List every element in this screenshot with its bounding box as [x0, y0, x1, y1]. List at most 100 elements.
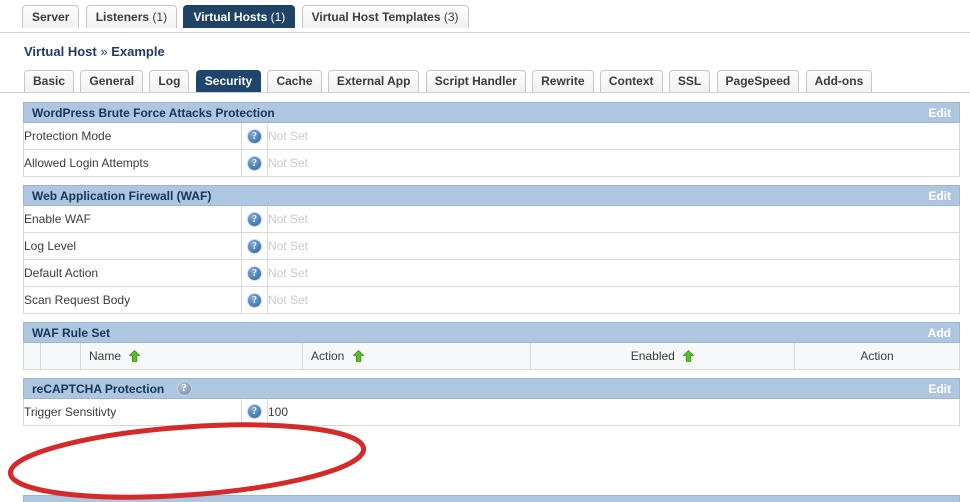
sort-ascending-icon[interactable] [352, 349, 365, 362]
tab-log[interactable]: Log [149, 70, 190, 92]
row-help-cell: ? [241, 286, 268, 314]
tab-virtual-hosts-count: (1) [270, 10, 286, 24]
tab-virtual-host-templates[interactable]: Virtual Host Templates (3) [301, 5, 469, 28]
tab-listeners-count: (1) [152, 10, 168, 24]
row-help-cell: ? [241, 259, 268, 287]
panel-brute-force-protection: WordPress Brute Force Attacks Protection… [23, 102, 960, 177]
tab-external-app[interactable]: External App [327, 70, 420, 92]
settings-panels: WordPress Brute Force Attacks Protection… [23, 102, 960, 426]
tab-general[interactable]: General [80, 70, 144, 92]
tab-security[interactable]: Security [195, 70, 262, 92]
primary-tab-bar: Server Listeners (1) Virtual Hosts (1) V… [0, 0, 970, 33]
tab-basic-label: Basic [33, 74, 66, 88]
table-row: Scan Request Body ? Not Set [23, 286, 960, 314]
tab-rewrite-label: Rewrite [541, 74, 585, 88]
tab-external-app-label: External App [336, 74, 411, 88]
row-label: Protection Mode [23, 123, 242, 150]
row-label: Log Level [23, 232, 242, 260]
row-value: Not Set [267, 286, 960, 314]
tab-cache-label: Cache [276, 74, 313, 88]
column-header-checkbox [23, 343, 41, 370]
breadcrumb-current: Example [111, 44, 165, 59]
row-label: Enable WAF [23, 206, 242, 233]
tab-add-ons-label: Add-ons [814, 74, 864, 88]
panel-waf-rule-set: WAF Rule Set Add Name Action Enabled Act… [23, 322, 960, 370]
help-icon[interactable]: ? [247, 155, 262, 171]
row-value: Not Set [267, 259, 960, 287]
tab-context[interactable]: Context [599, 70, 663, 92]
breadcrumb-separator: » [100, 44, 108, 59]
table-row: Trigger Sensitivty ? 100 [23, 398, 960, 426]
tab-context-label: Context [608, 74, 654, 88]
panel-brute-force-title: WordPress Brute Force Attacks Protection [32, 106, 275, 121]
column-header-enabled-label: Enabled [630, 348, 675, 363]
column-header-name[interactable]: Name [80, 343, 303, 370]
tab-ssl[interactable]: SSL [668, 70, 711, 92]
tab-cache[interactable]: Cache [267, 70, 322, 92]
row-value: Not Set [267, 149, 960, 177]
panel-waf-title: Web Application Firewall (WAF) [32, 189, 212, 204]
tab-basic[interactable]: Basic [24, 70, 75, 92]
column-header-index [40, 343, 81, 370]
panel-waf-edit-link[interactable]: Edit [928, 186, 951, 207]
tab-rewrite[interactable]: Rewrite [532, 70, 594, 92]
help-icon[interactable]: ? [247, 404, 262, 420]
tab-pagespeed[interactable]: PageSpeed [716, 70, 800, 92]
panel-recaptcha-header: reCAPTCHA Protection ? Edit [23, 377, 960, 400]
table-row: Default Action ? Not Set [23, 259, 960, 287]
panel-recaptcha-protection: reCAPTCHA Protection ? Edit Trigger Sens… [23, 377, 960, 426]
row-help-cell: ? [241, 232, 268, 260]
row-help-cell: ? [241, 123, 268, 150]
tab-virtual-host-templates-count: (3) [443, 10, 459, 24]
row-label: Trigger Sensitivty [23, 398, 242, 426]
column-header-name-label: Name [89, 348, 122, 363]
row-label: Default Action [23, 259, 242, 287]
help-icon[interactable]: ? [176, 380, 192, 396]
tab-pagespeed-label: PageSpeed [725, 74, 791, 88]
tab-script-handler[interactable]: Script Handler [425, 70, 526, 92]
secondary-tab-bar: Basic General Log Security Cache Externa… [0, 70, 970, 93]
tab-general-label: General [89, 74, 135, 88]
row-help-cell: ? [241, 206, 268, 233]
table-header-row: Name Action Enabled Action [23, 343, 960, 370]
panel-waf-rule-set-add-link[interactable]: Add [928, 323, 951, 344]
table-row: Log Level ? Not Set [23, 232, 960, 260]
column-header-enabled[interactable]: Enabled [530, 343, 795, 370]
row-value: 100 [267, 398, 960, 426]
tab-ssl-label: SSL [677, 74, 702, 88]
column-header-action[interactable]: Action [302, 343, 531, 370]
tab-virtual-hosts[interactable]: Virtual Hosts (1) [183, 5, 296, 28]
help-icon[interactable]: ? [247, 265, 262, 281]
help-icon[interactable]: ? [247, 211, 262, 227]
row-help-cell: ? [241, 149, 268, 177]
tab-add-ons[interactable]: Add-ons [805, 70, 873, 92]
breadcrumb-root: Virtual Host [24, 44, 97, 59]
breadcrumb: Virtual Host » Example [24, 44, 970, 59]
panel-waf-header: Web Application Firewall (WAF) Edit [23, 185, 960, 206]
panel-brute-force-table: Protection Mode ? Not Set Allowed Login … [23, 123, 960, 177]
panel-recaptcha-edit-link[interactable]: Edit [928, 379, 951, 400]
table-row: Enable WAF ? Not Set [23, 206, 960, 233]
panel-waf-rule-set-title: WAF Rule Set [32, 326, 111, 341]
tab-log-label: Log [158, 74, 181, 88]
tab-script-handler-label: Script Handler [434, 74, 517, 88]
column-header-row-action-label: Action [860, 348, 894, 363]
sort-ascending-icon[interactable] [128, 349, 141, 362]
row-value: Not Set [267, 206, 960, 233]
sort-ascending-icon[interactable] [682, 349, 695, 362]
panel-brute-force-edit-link[interactable]: Edit [928, 103, 951, 124]
table-row: Allowed Login Attempts ? Not Set [23, 149, 960, 177]
column-header-action-label: Action [311, 348, 345, 363]
help-icon[interactable]: ? [247, 292, 262, 308]
tab-server[interactable]: Server [22, 5, 80, 28]
tab-security-label: Security [204, 74, 253, 88]
tab-listeners[interactable]: Listeners (1) [85, 5, 178, 28]
help-icon[interactable]: ? [247, 238, 262, 254]
panel-brute-force-header: WordPress Brute Force Attacks Protection… [23, 102, 960, 123]
panel-waf-table: Enable WAF ? Not Set Log Level ? Not Set… [23, 206, 960, 314]
tab-listeners-label: Listeners [95, 10, 150, 24]
panel-waf-rule-set-header: WAF Rule Set Add [23, 322, 960, 343]
row-value: Not Set [267, 123, 960, 150]
help-icon[interactable]: ? [247, 128, 262, 144]
table-row: Protection Mode ? Not Set [23, 123, 960, 150]
